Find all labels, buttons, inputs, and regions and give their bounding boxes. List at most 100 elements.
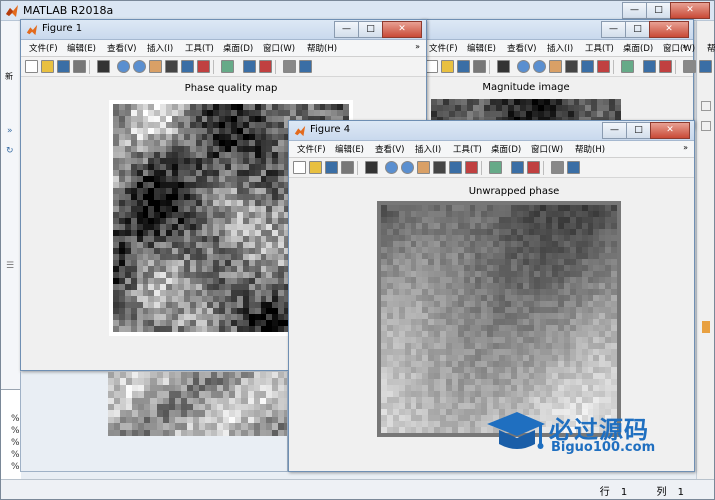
menu-item[interactable]: 文件(F) xyxy=(29,42,58,54)
colorbar-icon[interactable] xyxy=(243,60,256,73)
new-file-icon[interactable] xyxy=(25,60,38,73)
show-plot-tools-icon[interactable] xyxy=(567,161,580,174)
pointer-icon[interactable] xyxy=(97,60,110,73)
menu-item[interactable]: 插入(I) xyxy=(147,42,173,54)
minimize-button[interactable]: — xyxy=(622,2,647,19)
figure-menubar: 文件(F) 编辑(E) 查看(V) 插入(I) 工具(T) 桌面(D) 窗口(W) 帮助(H)… xyxy=(421,40,715,57)
maximize-button[interactable]: □ xyxy=(646,2,671,19)
maximize-button[interactable]: □ xyxy=(625,21,650,38)
show-plot-tools-icon[interactable] xyxy=(299,60,312,73)
save-icon[interactable] xyxy=(57,60,70,73)
menu-item[interactable]: 窗口(W) xyxy=(663,42,695,54)
rotate-3d-icon[interactable] xyxy=(165,60,178,73)
menu-item[interactable]: 窗口(W) xyxy=(531,143,563,155)
menu-item[interactable]: 查看(V) xyxy=(375,143,404,155)
menu-item[interactable]: 查看(V) xyxy=(107,42,136,54)
menu-item[interactable]: 文件(F) xyxy=(429,42,458,54)
menu-item[interactable]: 编辑(E) xyxy=(467,42,496,54)
minimize-button[interactable]: — xyxy=(602,122,627,139)
pointer-icon[interactable] xyxy=(497,60,510,73)
menu-item[interactable]: 插入(I) xyxy=(415,143,441,155)
link-plot-icon[interactable] xyxy=(621,60,634,73)
print-icon[interactable] xyxy=(473,60,486,73)
save-icon[interactable] xyxy=(457,60,470,73)
close-button[interactable]: ✕ xyxy=(382,21,422,38)
show-plot-tools-icon[interactable] xyxy=(699,60,712,73)
menu-item[interactable]: 文件(F) xyxy=(297,143,326,155)
menu-item[interactable]: 桌面(D) xyxy=(223,42,253,54)
legend-icon[interactable] xyxy=(527,161,540,174)
maximize-button[interactable]: □ xyxy=(358,21,383,38)
hide-plot-tools-icon[interactable] xyxy=(683,60,696,73)
data-cursor-icon[interactable] xyxy=(449,161,462,174)
colorbar-icon[interactable] xyxy=(643,60,656,73)
colorbar-icon[interactable] xyxy=(511,161,524,174)
close-button[interactable]: ✕ xyxy=(649,21,689,38)
close-button[interactable]: ✕ xyxy=(670,2,710,19)
pointer-icon[interactable] xyxy=(365,161,378,174)
open-file-icon[interactable] xyxy=(309,161,322,174)
refresh-glyph[interactable]: ↻ xyxy=(6,146,14,156)
zoom-out-icon[interactable] xyxy=(133,60,146,73)
menu-item[interactable]: 编辑(E) xyxy=(67,42,96,54)
close-button[interactable]: ✕ xyxy=(650,122,690,139)
zoom-in-icon[interactable] xyxy=(517,60,530,73)
scroll-marker[interactable] xyxy=(702,321,710,333)
menu-overflow-icon[interactable]: » xyxy=(683,143,688,152)
figure-title-bar: — □ ✕ xyxy=(421,20,693,40)
figure-window-magnitude[interactable]: — □ ✕ 文件(F) 编辑(E) 查看(V) 插入(I) 工具(T) 桌面(D) 窗口(W… xyxy=(420,19,715,129)
menu-overflow-icon[interactable]: » xyxy=(682,42,687,51)
zoom-out-icon[interactable] xyxy=(533,60,546,73)
menu-item[interactable]: 帮助(H) xyxy=(707,42,715,54)
main-window-controls: — □ ✕ xyxy=(622,2,710,19)
toolbar-separator xyxy=(89,60,90,74)
menu-item[interactable]: 查看(V) xyxy=(507,42,536,54)
data-cursor-icon[interactable] xyxy=(581,60,594,73)
matlab-logo-icon xyxy=(6,5,18,17)
rotate-3d-icon[interactable] xyxy=(565,60,578,73)
link-plot-icon[interactable] xyxy=(221,60,234,73)
new-file-icon[interactable] xyxy=(293,161,306,174)
data-cursor-icon[interactable] xyxy=(181,60,194,73)
open-file-icon[interactable] xyxy=(41,60,54,73)
print-icon[interactable] xyxy=(73,60,86,73)
menu-item[interactable]: 桌面(D) xyxy=(623,42,653,54)
save-icon[interactable] xyxy=(325,161,338,174)
command-window[interactable]: % % % % % xyxy=(1,389,21,479)
rotate-3d-icon[interactable] xyxy=(433,161,446,174)
pan-hand-icon[interactable] xyxy=(417,161,430,174)
zoom-out-icon[interactable] xyxy=(401,161,414,174)
menu-item[interactable]: 插入(I) xyxy=(547,42,573,54)
hide-plot-tools-icon[interactable] xyxy=(283,60,296,73)
brush-icon[interactable] xyxy=(465,161,478,174)
menu-item[interactable]: 窗口(W) xyxy=(263,42,295,54)
menu-item[interactable]: 帮助(H) xyxy=(307,42,337,54)
link-plot-icon[interactable] xyxy=(489,161,502,174)
legend-icon[interactable] xyxy=(259,60,272,73)
menu-item[interactable]: 工具(T) xyxy=(185,42,214,54)
zoom-in-icon[interactable] xyxy=(117,60,130,73)
pan-hand-icon[interactable] xyxy=(149,60,162,73)
zoom-in-icon[interactable] xyxy=(385,161,398,174)
hide-plot-tools-icon[interactable] xyxy=(551,161,564,174)
figure-window-controls: — □ ✕ xyxy=(334,21,422,38)
menu-item[interactable]: 帮助(H) xyxy=(575,143,605,155)
open-file-icon[interactable] xyxy=(441,60,454,73)
brush-icon[interactable] xyxy=(597,60,610,73)
panel-control-icon[interactable] xyxy=(701,101,711,111)
minimize-button[interactable]: — xyxy=(601,21,626,38)
panel-control-icon[interactable] xyxy=(701,121,711,131)
menu-overflow-icon[interactable]: » xyxy=(415,42,420,51)
menu-item[interactable]: 桌面(D) xyxy=(491,143,521,155)
maximize-button[interactable]: □ xyxy=(626,122,651,139)
brush-icon[interactable] xyxy=(197,60,210,73)
print-icon[interactable] xyxy=(341,161,354,174)
menu-item[interactable]: 工具(T) xyxy=(585,42,614,54)
expand-glyph[interactable]: » xyxy=(7,126,13,136)
minimize-button[interactable]: — xyxy=(334,21,359,38)
menu-item[interactable]: 工具(T) xyxy=(453,143,482,155)
panel-glyph[interactable]: ☰ xyxy=(6,261,14,271)
pan-hand-icon[interactable] xyxy=(549,60,562,73)
legend-icon[interactable] xyxy=(659,60,672,73)
menu-item[interactable]: 编辑(E) xyxy=(335,143,364,155)
